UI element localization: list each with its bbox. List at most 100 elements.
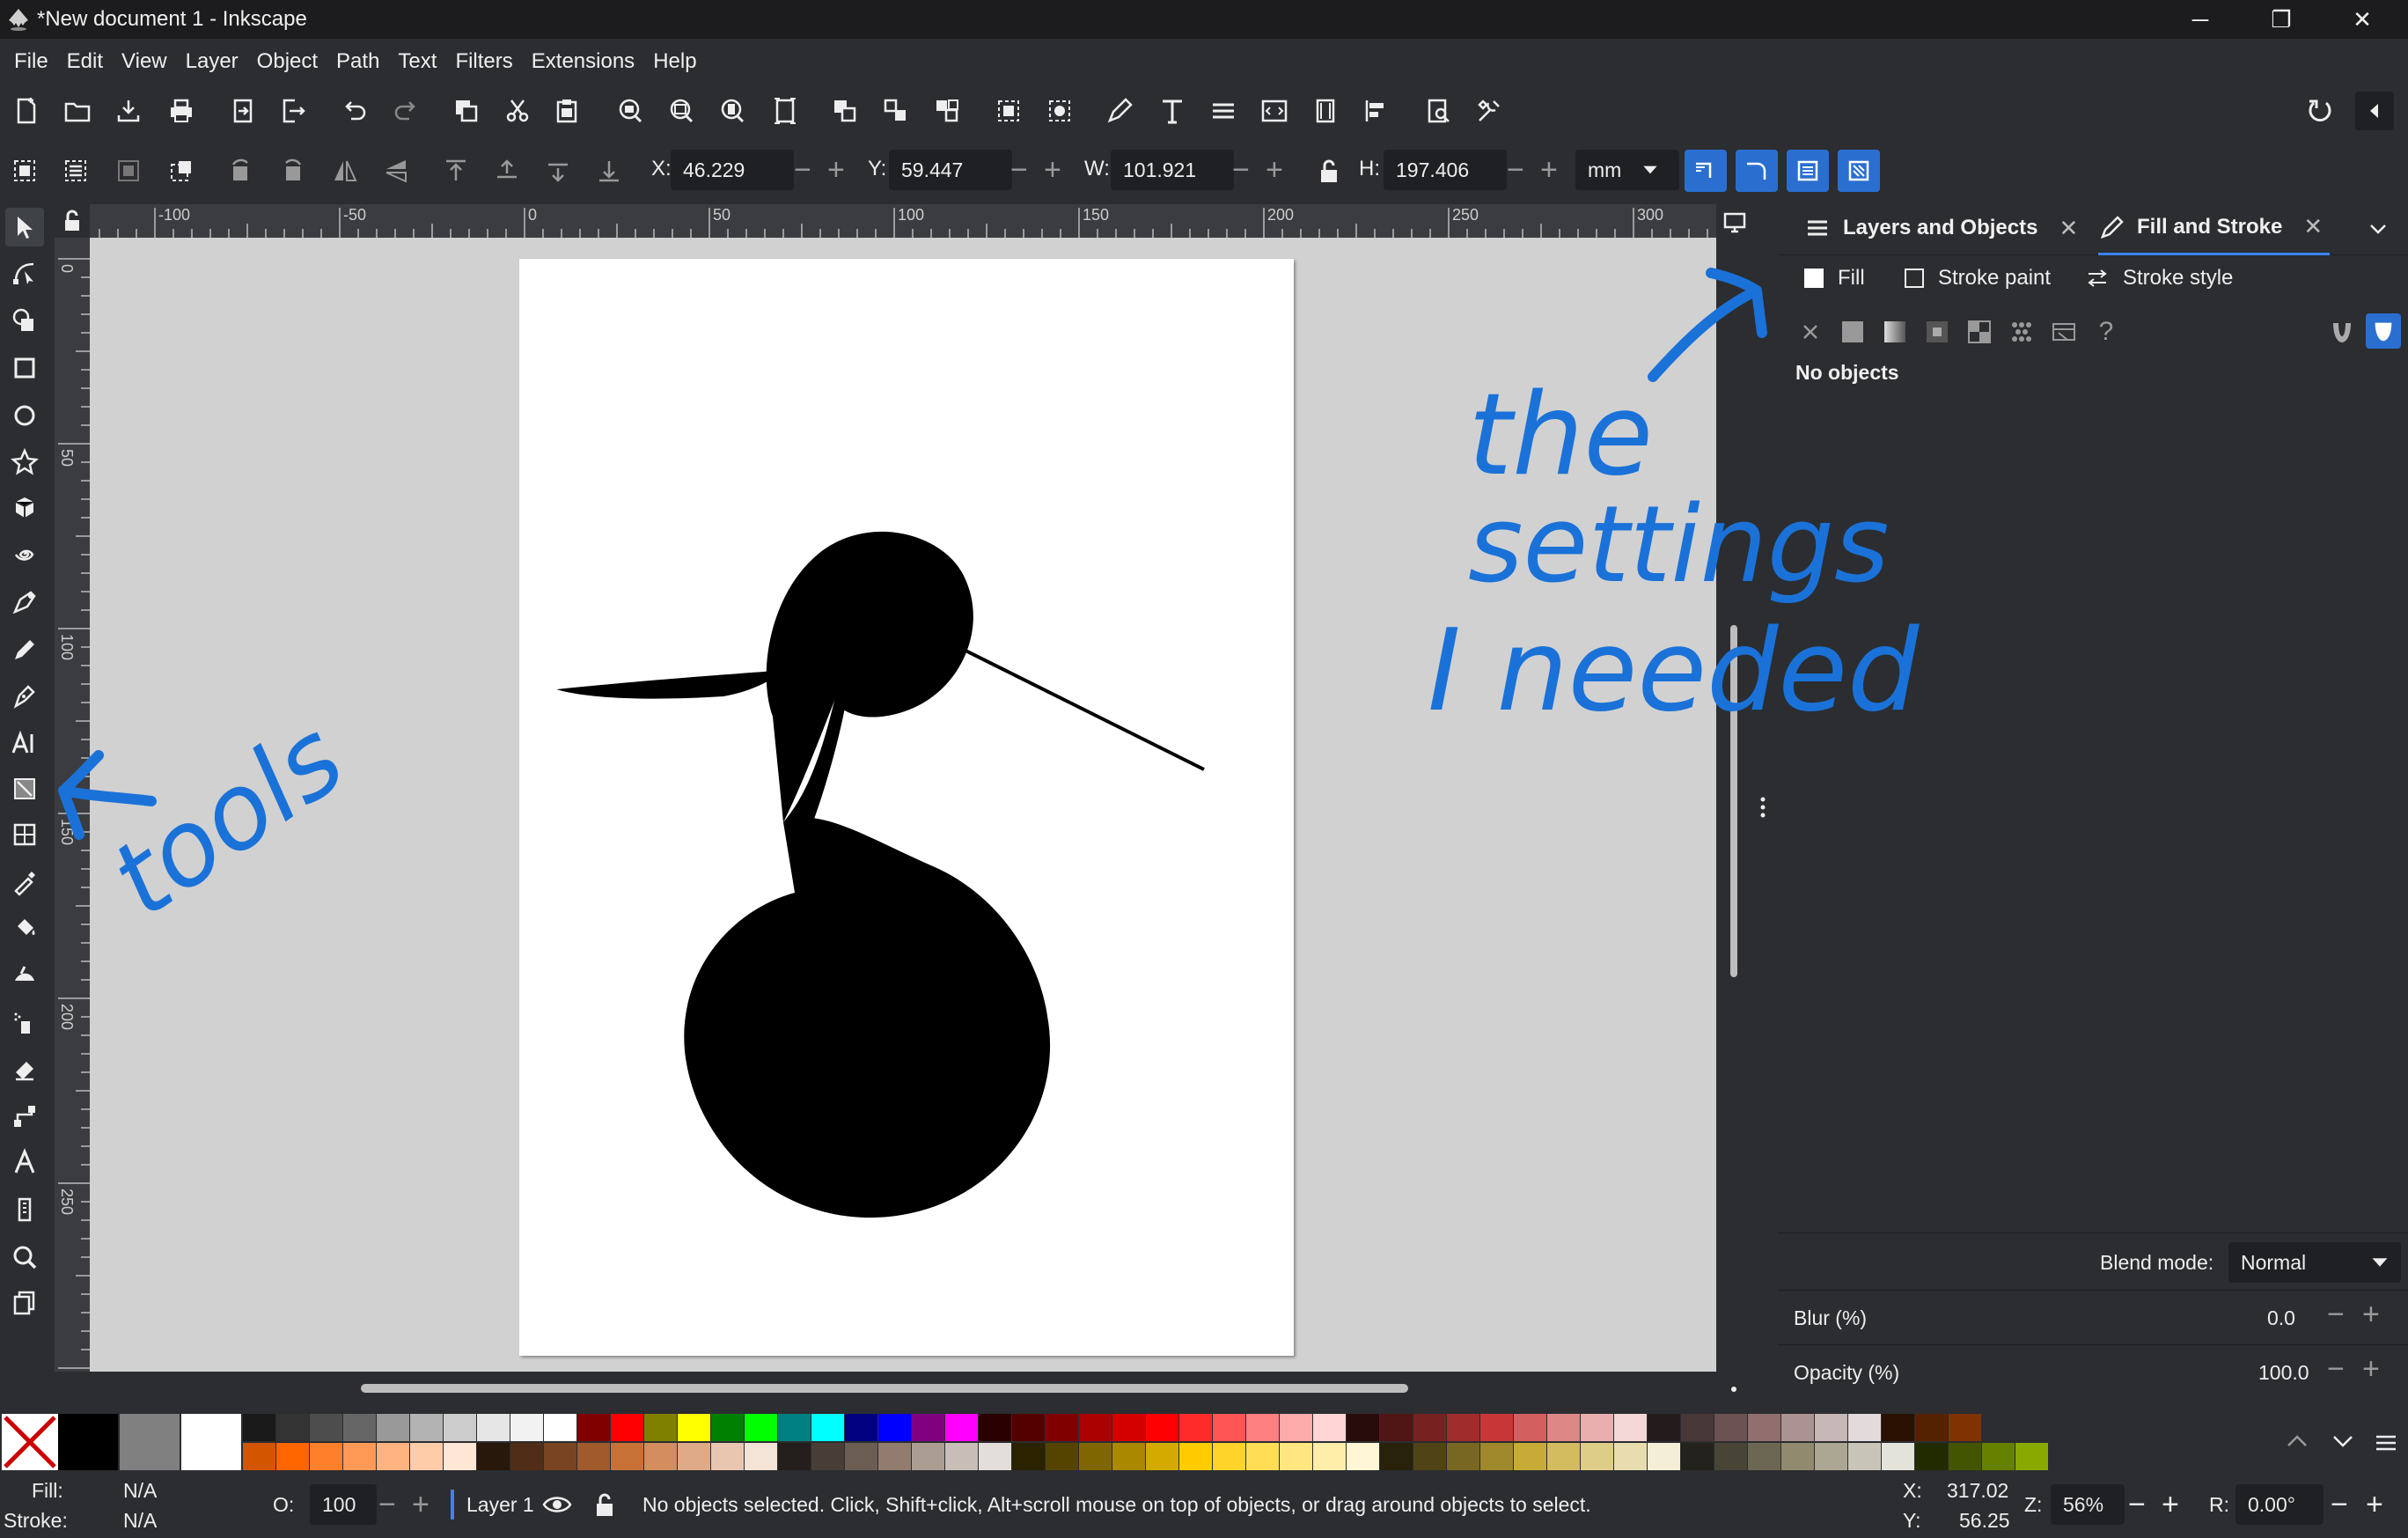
- preferences-icon[interactable]: [1419, 92, 1457, 130]
- no-paint-icon[interactable]: [1795, 317, 1825, 347]
- palette-swatch[interactable]: [1781, 1443, 1814, 1470]
- rotation-field[interactable]: 0.00°: [2235, 1484, 2324, 1525]
- current-layer-label[interactable]: Layer 1: [466, 1493, 534, 1517]
- dropper-tool-icon[interactable]: [5, 863, 44, 901]
- subtab-fill[interactable]: Fill: [1804, 266, 1865, 291]
- selector-tool-icon[interactable]: [5, 208, 44, 247]
- palette-swatch[interactable]: [444, 1414, 476, 1441]
- y-decrement-button[interactable]: −: [1010, 153, 1028, 187]
- tools-wrench-icon[interactable]: [1470, 92, 1509, 130]
- palette-swatch[interactable]: [510, 1414, 543, 1441]
- open-folder-icon[interactable]: [58, 92, 97, 130]
- menu-path[interactable]: Path: [327, 49, 389, 74]
- close-window-button[interactable]: ✕: [2322, 0, 2403, 39]
- palette-swatch[interactable]: [1380, 1443, 1413, 1470]
- measure-tool-icon[interactable]: [5, 1190, 44, 1229]
- palette-swatch[interactable]: [1815, 1443, 1847, 1470]
- palette-swatch[interactable]: [1347, 1414, 1379, 1441]
- palette-swatch[interactable]: [1179, 1443, 1212, 1470]
- import-icon[interactable]: [224, 92, 262, 130]
- save-icon[interactable]: [109, 92, 148, 130]
- palette-menu-icon[interactable]: [2373, 1430, 2399, 1456]
- blur-value-field[interactable]: 0.0: [2267, 1306, 2295, 1330]
- palette-swatch[interactable]: [945, 1443, 978, 1470]
- palette-swatch[interactable]: [1781, 1414, 1814, 1441]
- rectangle-tool-icon[interactable]: [5, 349, 44, 387]
- palette-swatch[interactable]: [1179, 1414, 1212, 1441]
- mesh-gradient-icon[interactable]: [1964, 317, 1994, 347]
- palette-swatch[interactable]: [611, 1443, 643, 1470]
- y-increment-button[interactable]: +: [1044, 153, 1061, 187]
- transform-patterns-toggle-icon[interactable]: [1838, 150, 1880, 192]
- y-coordinate-field[interactable]: 59.447: [889, 150, 1012, 190]
- scale-corners-toggle-icon[interactable]: [1736, 150, 1778, 192]
- zoom-field[interactable]: 56%: [2051, 1484, 2125, 1525]
- horizontal-scrollbar[interactable]: [361, 1384, 1408, 1393]
- palette-swatch[interactable]: [410, 1414, 443, 1441]
- palette-swatch[interactable]: [745, 1443, 777, 1470]
- tab-fill-and-stroke[interactable]: Fill and Stroke ✕: [2098, 201, 2331, 255]
- opacity-value-field[interactable]: 100.0: [2258, 1361, 2309, 1385]
- palette-swatch[interactable]: [120, 1414, 180, 1470]
- palette-swatch[interactable]: [1146, 1414, 1178, 1441]
- shape-builder-tool-icon[interactable]: [5, 301, 44, 340]
- lpe-tool-icon[interactable]: [5, 1143, 44, 1181]
- palette-swatch[interactable]: [276, 1414, 309, 1441]
- menu-layer[interactable]: Layer: [177, 49, 248, 74]
- close-tab-layers-button[interactable]: ✕: [2059, 215, 2078, 242]
- palette-swatch[interactable]: [1447, 1414, 1479, 1441]
- palette-swatch[interactable]: [444, 1443, 476, 1470]
- palette-swatch[interactable]: [343, 1443, 376, 1470]
- subtab-stroke-style[interactable]: Stroke style: [2086, 266, 2233, 291]
- paste-icon[interactable]: [547, 92, 586, 130]
- bird-drawing[interactable]: [519, 259, 1294, 1356]
- print-icon[interactable]: [162, 92, 201, 130]
- palette-swatch[interactable]: [510, 1443, 543, 1470]
- x-increment-button[interactable]: +: [827, 153, 845, 187]
- palette-swatch[interactable]: [1480, 1414, 1513, 1441]
- raise-to-top-icon[interactable]: [437, 151, 475, 190]
- height-increment-button[interactable]: +: [1540, 153, 1558, 187]
- tweak-tool-icon[interactable]: [5, 956, 44, 995]
- no-color-swatch[interactable]: [2, 1414, 58, 1470]
- redo-icon[interactable]: [387, 92, 426, 130]
- palette-swatch[interactable]: [1815, 1414, 1847, 1441]
- menu-edit[interactable]: Edit: [58, 49, 113, 74]
- palette-swatch[interactable]: [1614, 1443, 1647, 1470]
- rotate-cw-icon[interactable]: [273, 151, 312, 190]
- stroke-status-value[interactable]: N/A: [123, 1509, 157, 1533]
- menu-help[interactable]: Help: [644, 49, 706, 74]
- calligraphy-tool-icon[interactable]: [5, 676, 44, 715]
- palette-scroll-up-icon[interactable]: [2285, 1431, 2309, 1451]
- palette-scroll-down-icon[interactable]: [2331, 1431, 2355, 1451]
- palette-swatch[interactable]: [1280, 1414, 1312, 1441]
- 3d-box-tool-icon[interactable]: [5, 488, 44, 526]
- width-field[interactable]: 101.921: [1111, 150, 1234, 190]
- new-document-icon[interactable]: [7, 92, 46, 130]
- menu-text[interactable]: Text: [389, 49, 446, 74]
- palette-swatch[interactable]: [577, 1414, 610, 1441]
- palette-swatch[interactable]: [243, 1443, 275, 1470]
- unset-paint-icon[interactable]: ?: [2091, 317, 2121, 347]
- zoom-tool-icon[interactable]: [5, 1238, 44, 1277]
- select-all-icon[interactable]: [5, 151, 44, 190]
- palette-swatch[interactable]: [979, 1414, 1011, 1441]
- palette-swatch[interactable]: [1748, 1414, 1780, 1441]
- zoom-page-icon[interactable]: [713, 92, 752, 130]
- connector-tool-icon[interactable]: [5, 1097, 44, 1136]
- palette-swatch[interactable]: [1447, 1443, 1479, 1470]
- mesh-tool-icon[interactable]: [5, 815, 44, 854]
- opacity-decrement-button[interactable]: −: [2327, 1352, 2345, 1386]
- width-decrement-button[interactable]: −: [1232, 153, 1250, 187]
- palette-swatch[interactable]: [878, 1443, 911, 1470]
- palette-swatch[interactable]: [1648, 1443, 1680, 1470]
- palette-swatch[interactable]: [845, 1443, 877, 1470]
- blend-mode-select[interactable]: Normal: [2228, 1242, 2401, 1283]
- palette-swatch[interactable]: [243, 1414, 275, 1441]
- paint-bucket-tool-icon[interactable]: [5, 909, 44, 947]
- x-coordinate-field[interactable]: 46.229: [671, 150, 794, 190]
- palette-swatch[interactable]: [1079, 1443, 1112, 1470]
- pattern-icon[interactable]: [2007, 317, 2037, 347]
- menu-filters[interactable]: Filters: [446, 49, 522, 74]
- palette-swatch[interactable]: [1915, 1443, 1948, 1470]
